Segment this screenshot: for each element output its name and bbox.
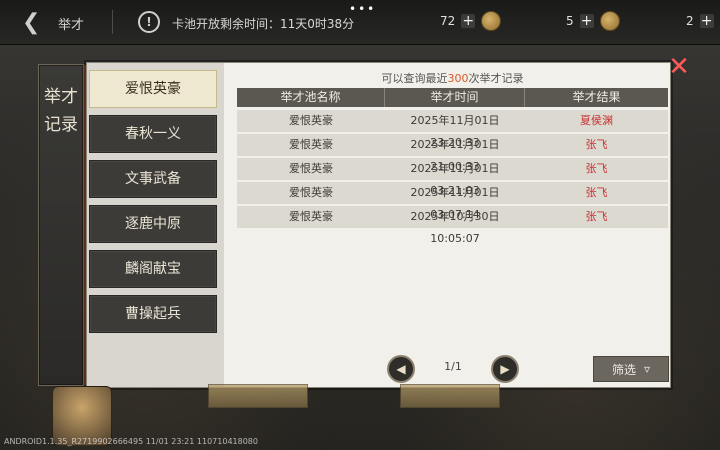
header-pool-name: 举才池名称: [237, 88, 385, 107]
resource-1-icon: [481, 11, 502, 31]
resource-3-amount: 2: [686, 14, 694, 28]
filter-button[interactable]: 筛选 ▿: [593, 356, 669, 382]
page-indicator: 1/1: [444, 360, 462, 373]
record-tab[interactable]: 举才记录: [38, 64, 87, 386]
table-header: 举才池名称 举才时间 举才结果: [237, 88, 668, 107]
add-resource-3-button[interactable]: +: [699, 13, 714, 29]
filter-funnel-icon: ▿: [643, 362, 651, 376]
table-row: 爱恨英豪 2025年11月01日 23:20:33 夏侯渊: [237, 110, 668, 149]
record-tab-label: 举才记录: [44, 87, 78, 135]
cell-result: 张飞: [585, 210, 608, 223]
pool-countdown-text: 卡池开放剩余时间：11天0时38分: [172, 17, 355, 31]
pool-item-6[interactable]: 曹操起兵: [89, 295, 217, 333]
pagination: ◀ 1/1 ▶: [387, 355, 519, 383]
resource-2-icon: [599, 11, 620, 31]
table-row: 爱恨英豪 2025年10月30日 10:05:07 张飞: [237, 206, 668, 245]
resource-1: 72 +: [440, 10, 502, 32]
caption-suffix: 次举才记录: [468, 72, 524, 85]
page-title: 举才: [58, 18, 85, 33]
pool-item-4[interactable]: 逐鹿中原: [89, 205, 217, 243]
top-bar: ❮ 举才 ! 卡池开放剩余时间：11天0时38分 ••• 72 + 5 + 2 …: [0, 0, 720, 45]
resource-2-amount: 5: [566, 14, 574, 28]
add-resource-2-button[interactable]: +: [579, 13, 594, 29]
header-time: 举才时间: [385, 88, 525, 107]
table-row: 爱恨英豪 2025年11月01日 03:07:14 张飞: [237, 182, 668, 221]
cell-time: 2025年10月30日 10:05:07: [410, 210, 500, 245]
table-row: 爱恨英豪 2025年11月01日 03:21:03 张飞: [237, 158, 668, 197]
resource-1-amount: 72: [440, 14, 456, 28]
caption-highlight: 300: [447, 72, 469, 85]
title-divider: [112, 10, 113, 34]
pool-item-1[interactable]: 爱恨英豪: [89, 70, 217, 108]
add-resource-1-button[interactable]: +: [461, 13, 476, 29]
caption-prefix: 可以查询最近: [381, 72, 448, 85]
pool-item-3[interactable]: 文事武备: [89, 160, 217, 198]
table-row: 爱恨英豪 2025年11月01日 21:00:33 张飞: [237, 134, 668, 173]
pool-item-5[interactable]: 麟阁献宝: [89, 250, 217, 288]
header-result: 举才结果: [572, 90, 621, 104]
info-exclamation-icon[interactable]: !: [138, 11, 160, 33]
pool-item-2[interactable]: 春秋一义: [89, 115, 217, 153]
history-caption: 可以查询最近300次举才记录: [237, 70, 668, 86]
build-watermark: ANDROID1.1.35_R2719902666495 11/01 23:21…: [4, 437, 258, 446]
background-button-left: [208, 384, 308, 408]
background-button-right: [400, 384, 500, 408]
close-icon[interactable]: ✕: [667, 54, 691, 80]
cell-pool: 爱恨英豪: [289, 210, 333, 223]
back-arrow-icon[interactable]: ❮: [22, 12, 44, 34]
prev-page-button[interactable]: ◀: [387, 355, 415, 383]
menu-dots-icon[interactable]: •••: [349, 2, 376, 16]
table-body: 爱恨英豪 2025年11月01日 23:20:33 夏侯渊 爱恨英豪 2025年…: [237, 110, 668, 245]
filter-label: 筛选: [611, 362, 636, 377]
resource-2: 5 +: [566, 10, 620, 32]
resource-3: 2 +: [686, 10, 714, 32]
next-page-button[interactable]: ▶: [491, 355, 519, 383]
